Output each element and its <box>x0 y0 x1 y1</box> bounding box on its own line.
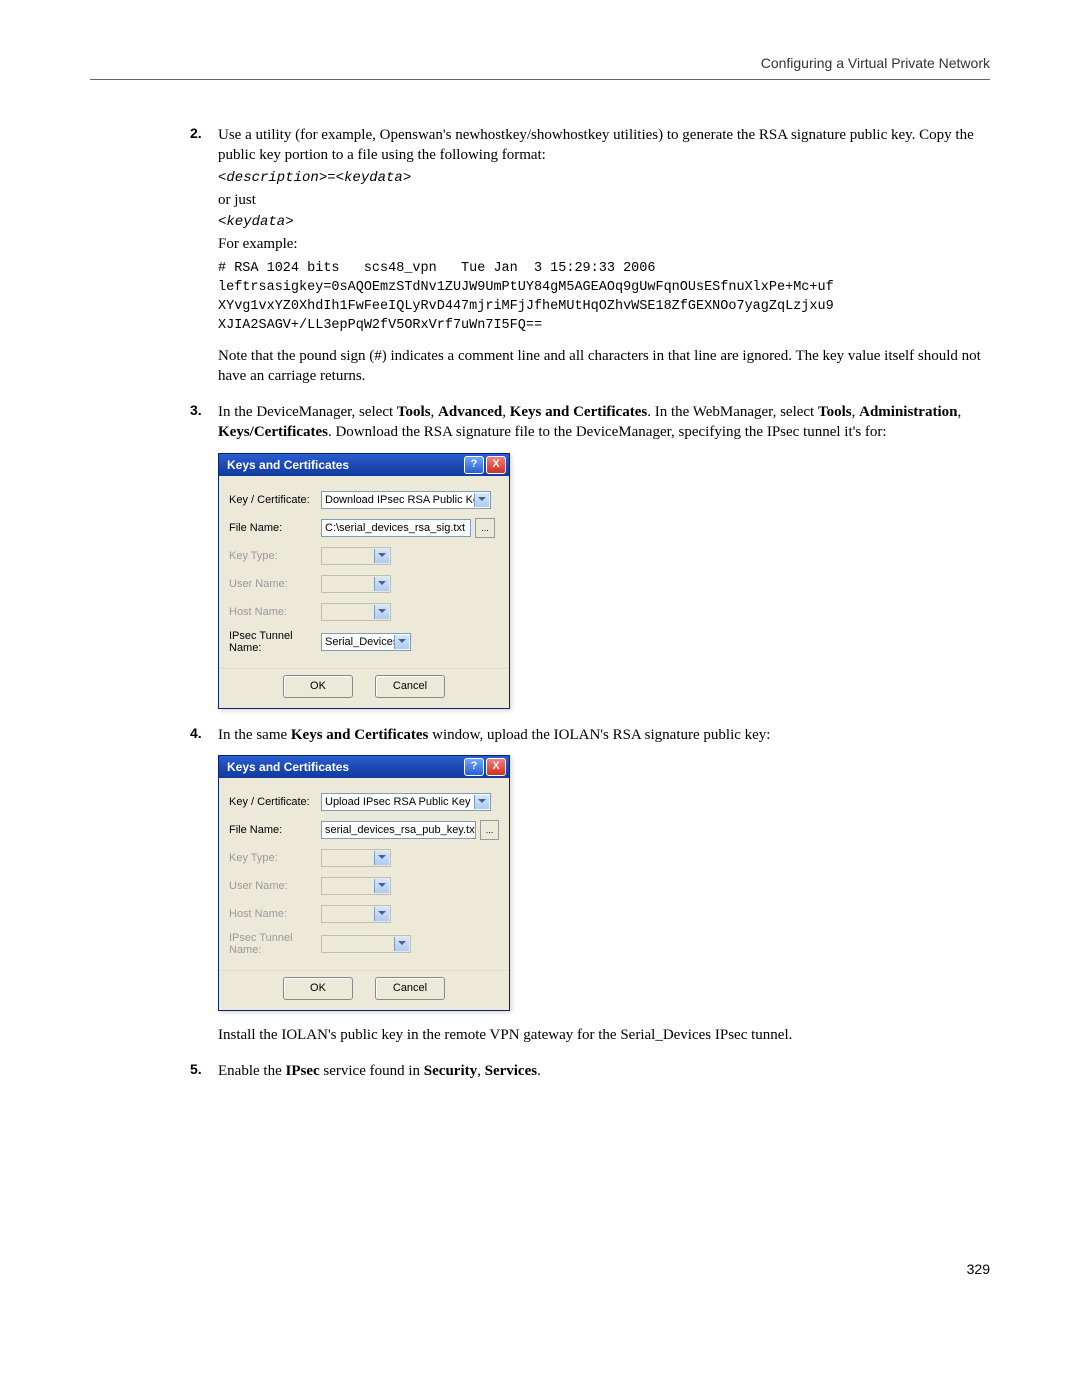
step-5-text: Enable the IPsec service found in Securi… <box>218 1061 990 1081</box>
cancel-button[interactable]: Cancel <box>375 977 445 1000</box>
key-cert-select[interactable]: Upload IPsec RSA Public Key <box>321 793 491 811</box>
chevron-down-icon <box>378 581 386 585</box>
chevron-down-icon <box>478 497 486 501</box>
user-name-select <box>321 575 391 593</box>
for-example: For example: <box>218 234 990 254</box>
help-icon[interactable]: ? <box>464 456 484 474</box>
browse-button[interactable]: ... <box>475 518 495 538</box>
key-type-select <box>321 849 391 867</box>
tunnel-label: IPsec Tunnel Name: <box>229 932 321 956</box>
step-number: 3. <box>190 402 202 418</box>
step-2-note: Note that the pound sign (#) indicates a… <box>218 346 990 387</box>
host-name-label: Host Name: <box>229 908 321 920</box>
host-name-select <box>321 603 391 621</box>
tunnel-select[interactable]: Serial_Devices <box>321 633 411 651</box>
key-type-label: Key Type: <box>229 852 321 864</box>
keys-certificates-dialog-download: Keys and Certificates ? X Key / Certific… <box>218 453 510 709</box>
step-3-text: In the DeviceManager, select Tools, Adva… <box>218 402 990 443</box>
page-header: Configuring a Virtual Private Network <box>90 55 990 80</box>
step-2-text: Use a utility (for example, Openswan's n… <box>218 125 990 166</box>
step-2: 2. Use a utility (for example, Openswan'… <box>190 125 990 386</box>
chevron-down-icon <box>398 639 406 643</box>
page-number: 329 <box>90 1261 990 1277</box>
or-just: or just <box>218 190 990 210</box>
step-4-text: In the same Keys and Certificates window… <box>218 725 990 745</box>
file-name-input[interactable]: C:\serial_devices_rsa_sig.txt <box>321 519 471 537</box>
file-name-label: File Name: <box>229 824 321 836</box>
help-icon[interactable]: ? <box>464 758 484 776</box>
close-icon[interactable]: X <box>486 758 506 776</box>
chevron-down-icon <box>378 855 386 859</box>
chevron-down-icon <box>398 941 406 945</box>
key-type-select <box>321 547 391 565</box>
code-template-2: <keydata> <box>218 214 990 230</box>
key-type-label: Key Type: <box>229 550 321 562</box>
dialog-title: Keys and Certificates <box>227 760 349 774</box>
user-name-select <box>321 877 391 895</box>
step-3: 3. In the DeviceManager, select Tools, A… <box>190 402 990 709</box>
user-name-label: User Name: <box>229 578 321 590</box>
step-4: 4. In the same Keys and Certificates win… <box>190 725 990 1046</box>
tunnel-select <box>321 935 411 953</box>
key-cert-label: Key / Certificate: <box>229 494 321 506</box>
file-name-label: File Name: <box>229 522 321 534</box>
step-4-after: Install the IOLAN's public key in the re… <box>218 1025 990 1045</box>
step-number: 2. <box>190 125 202 141</box>
chevron-down-icon <box>378 609 386 613</box>
close-icon[interactable]: X <box>486 456 506 474</box>
keys-certificates-dialog-upload: Keys and Certificates ? X Key / Certific… <box>218 755 510 1011</box>
key-cert-label: Key / Certificate: <box>229 796 321 808</box>
ok-button[interactable]: OK <box>283 675 353 698</box>
rsa-example-block: # RSA 1024 bits scs48_vpn Tue Jan 3 15:2… <box>218 260 990 336</box>
titlebar[interactable]: Keys and Certificates ? X <box>219 756 509 778</box>
cancel-button[interactable]: Cancel <box>375 675 445 698</box>
step-number: 5. <box>190 1061 202 1077</box>
browse-button[interactable]: ... <box>480 820 499 840</box>
tunnel-label: IPsec Tunnel Name: <box>229 630 321 654</box>
chevron-down-icon <box>378 911 386 915</box>
titlebar[interactable]: Keys and Certificates ? X <box>219 454 509 476</box>
code-template-1: <description>=<keydata> <box>218 170 990 186</box>
chevron-down-icon <box>478 799 486 803</box>
user-name-label: User Name: <box>229 880 321 892</box>
host-name-label: Host Name: <box>229 606 321 618</box>
ok-button[interactable]: OK <box>283 977 353 1000</box>
header-title: Configuring a Virtual Private Network <box>761 55 990 71</box>
chevron-down-icon <box>378 553 386 557</box>
host-name-select <box>321 905 391 923</box>
key-cert-select[interactable]: Download IPsec RSA Public Key <box>321 491 491 509</box>
step-5: 5. Enable the IPsec service found in Sec… <box>190 1061 990 1081</box>
file-name-input[interactable]: serial_devices_rsa_pub_key.txt <box>321 821 476 839</box>
dialog-title: Keys and Certificates <box>227 458 349 472</box>
step-number: 4. <box>190 725 202 741</box>
chevron-down-icon <box>378 883 386 887</box>
